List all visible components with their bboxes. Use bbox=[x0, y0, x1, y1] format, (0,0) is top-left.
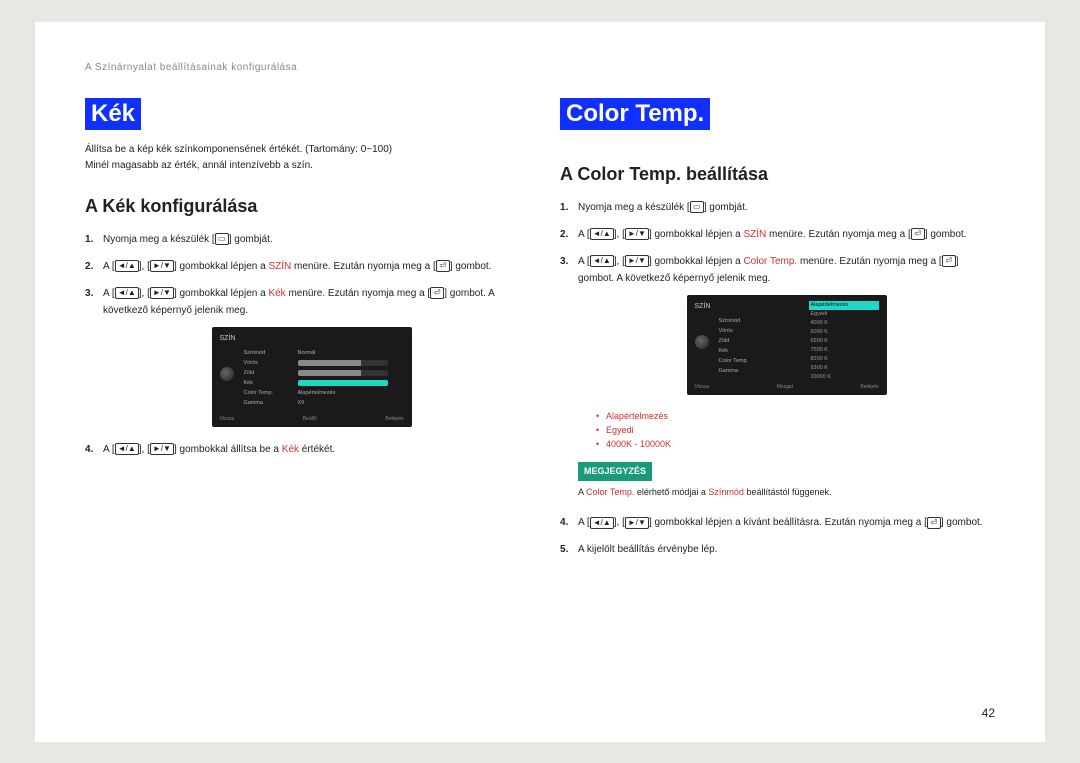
menu-name: SZÍN bbox=[743, 229, 766, 240]
osd-title: SZÍN bbox=[220, 333, 404, 345]
step-3: A [◄/▲], [►/▼] gombokkal lépjen a Color … bbox=[560, 253, 995, 501]
step-3: A [◄/▲], [►/▼] gombokkal lépjen a Kék me… bbox=[85, 285, 520, 427]
nav-icon: ►/▼ bbox=[150, 287, 174, 299]
desc-line2: Minél magasabb az érték, annál intenzíve… bbox=[85, 160, 313, 171]
bullet-item: Alapértelmezés bbox=[596, 409, 995, 423]
section-tag-kek: Kék bbox=[85, 98, 141, 130]
globe-icon bbox=[695, 335, 709, 349]
subheading-colortemp: A Color Temp. beállítása bbox=[560, 164, 995, 185]
nav-icon: ►/▼ bbox=[625, 228, 649, 240]
osd-screenshot-left: SZÍN SzínmódNormál Vörös Zöld Kék Color … bbox=[212, 327, 412, 427]
slider bbox=[298, 370, 388, 376]
right-column: Color Temp. A Color Temp. beállítása Nyo… bbox=[560, 98, 995, 569]
bullet-item: Egyedi bbox=[596, 423, 995, 437]
menu-icon: ▭ bbox=[215, 233, 229, 245]
slider bbox=[298, 360, 388, 366]
nav-icon: ◄/▲ bbox=[115, 287, 139, 299]
page-number: 42 bbox=[982, 706, 995, 720]
menu-name: Kék bbox=[268, 288, 285, 299]
step-1: Nyomja meg a készülék [▭] gombját. bbox=[85, 231, 520, 248]
osd-options-list: Alapértelmezés Egyedi 4000 K 5000 K 6500… bbox=[809, 301, 879, 382]
enter-icon: ⏎ bbox=[942, 255, 956, 267]
steps-left: Nyomja meg a készülék [▭] gombját. A [◄/… bbox=[85, 231, 520, 458]
globe-icon bbox=[220, 367, 234, 381]
enter-icon: ⏎ bbox=[436, 260, 450, 272]
note-tag: MEGJEGYZÉS bbox=[578, 462, 652, 481]
section-tag-colortemp: Color Temp. bbox=[560, 98, 710, 130]
osd-screenshot-right: SZÍN Színmód Vörös Zöld Kék Color Temp. … bbox=[687, 295, 887, 395]
left-column: Kék Állítsa be a kép kék színkomponensén… bbox=[85, 98, 520, 569]
nav-icon: ►/▼ bbox=[625, 517, 649, 529]
note-text: A Color Temp. elérhető módjai a Színmód … bbox=[578, 485, 995, 500]
enter-icon: ⏎ bbox=[927, 517, 941, 529]
description: Állítsa be a kép kék színkomponensének é… bbox=[85, 142, 520, 174]
enter-icon: ⏎ bbox=[430, 287, 444, 299]
menu-icon: ▭ bbox=[690, 201, 704, 213]
menu-name: Color Temp. bbox=[743, 256, 797, 267]
step-5: A kijelölt beállítás érvénybe lép. bbox=[560, 541, 995, 558]
nav-icon: ►/▼ bbox=[150, 443, 174, 455]
nav-icon: ◄/▲ bbox=[115, 260, 139, 272]
two-column-layout: Kék Állítsa be a kép kék színkomponensén… bbox=[85, 98, 995, 569]
nav-icon: ◄/▲ bbox=[590, 255, 614, 267]
nav-icon: ◄/▲ bbox=[590, 517, 614, 529]
osd-footer: Vissza Beállít Belépés bbox=[220, 415, 404, 424]
steps-right: Nyomja meg a készülék [▭] gombját. A [◄/… bbox=[560, 199, 995, 559]
nav-icon: ◄/▲ bbox=[590, 228, 614, 240]
step-2: A [◄/▲], [►/▼] gombokkal lépjen a SZÍN m… bbox=[560, 226, 995, 243]
options-bullets: Alapértelmezés Egyedi 4000K - 10000K bbox=[596, 409, 995, 452]
nav-icon: ►/▼ bbox=[625, 255, 649, 267]
nav-icon: ◄/▲ bbox=[115, 443, 139, 455]
desc-line1: Állítsa be a kép kék színkomponensének é… bbox=[85, 144, 392, 155]
bullet-item: 4000K - 10000K bbox=[596, 437, 995, 451]
step-4: A [◄/▲], [►/▼] gombokkal állítsa be a Ké… bbox=[85, 441, 520, 458]
step-4: A [◄/▲], [►/▼] gombokkal lépjen a kívánt… bbox=[560, 514, 995, 531]
step-1: Nyomja meg a készülék [▭] gombját. bbox=[560, 199, 995, 216]
slider-selected bbox=[298, 380, 388, 386]
manual-page: A Színárnyalat beállításainak konfigurál… bbox=[35, 22, 1045, 742]
osd-footer: Vissza Mozgat Belépés bbox=[695, 383, 879, 392]
menu-name: SZÍN bbox=[268, 261, 291, 272]
enter-icon: ⏎ bbox=[911, 228, 925, 240]
breadcrumb: A Színárnyalat beállításainak konfigurál… bbox=[85, 62, 995, 73]
subheading-kek: A Kék konfigurálása bbox=[85, 196, 520, 217]
nav-icon: ►/▼ bbox=[150, 260, 174, 272]
step-2: A [◄/▲], [►/▼] gombokkal lépjen a SZÍN m… bbox=[85, 258, 520, 275]
menu-name: Kék bbox=[282, 444, 299, 455]
